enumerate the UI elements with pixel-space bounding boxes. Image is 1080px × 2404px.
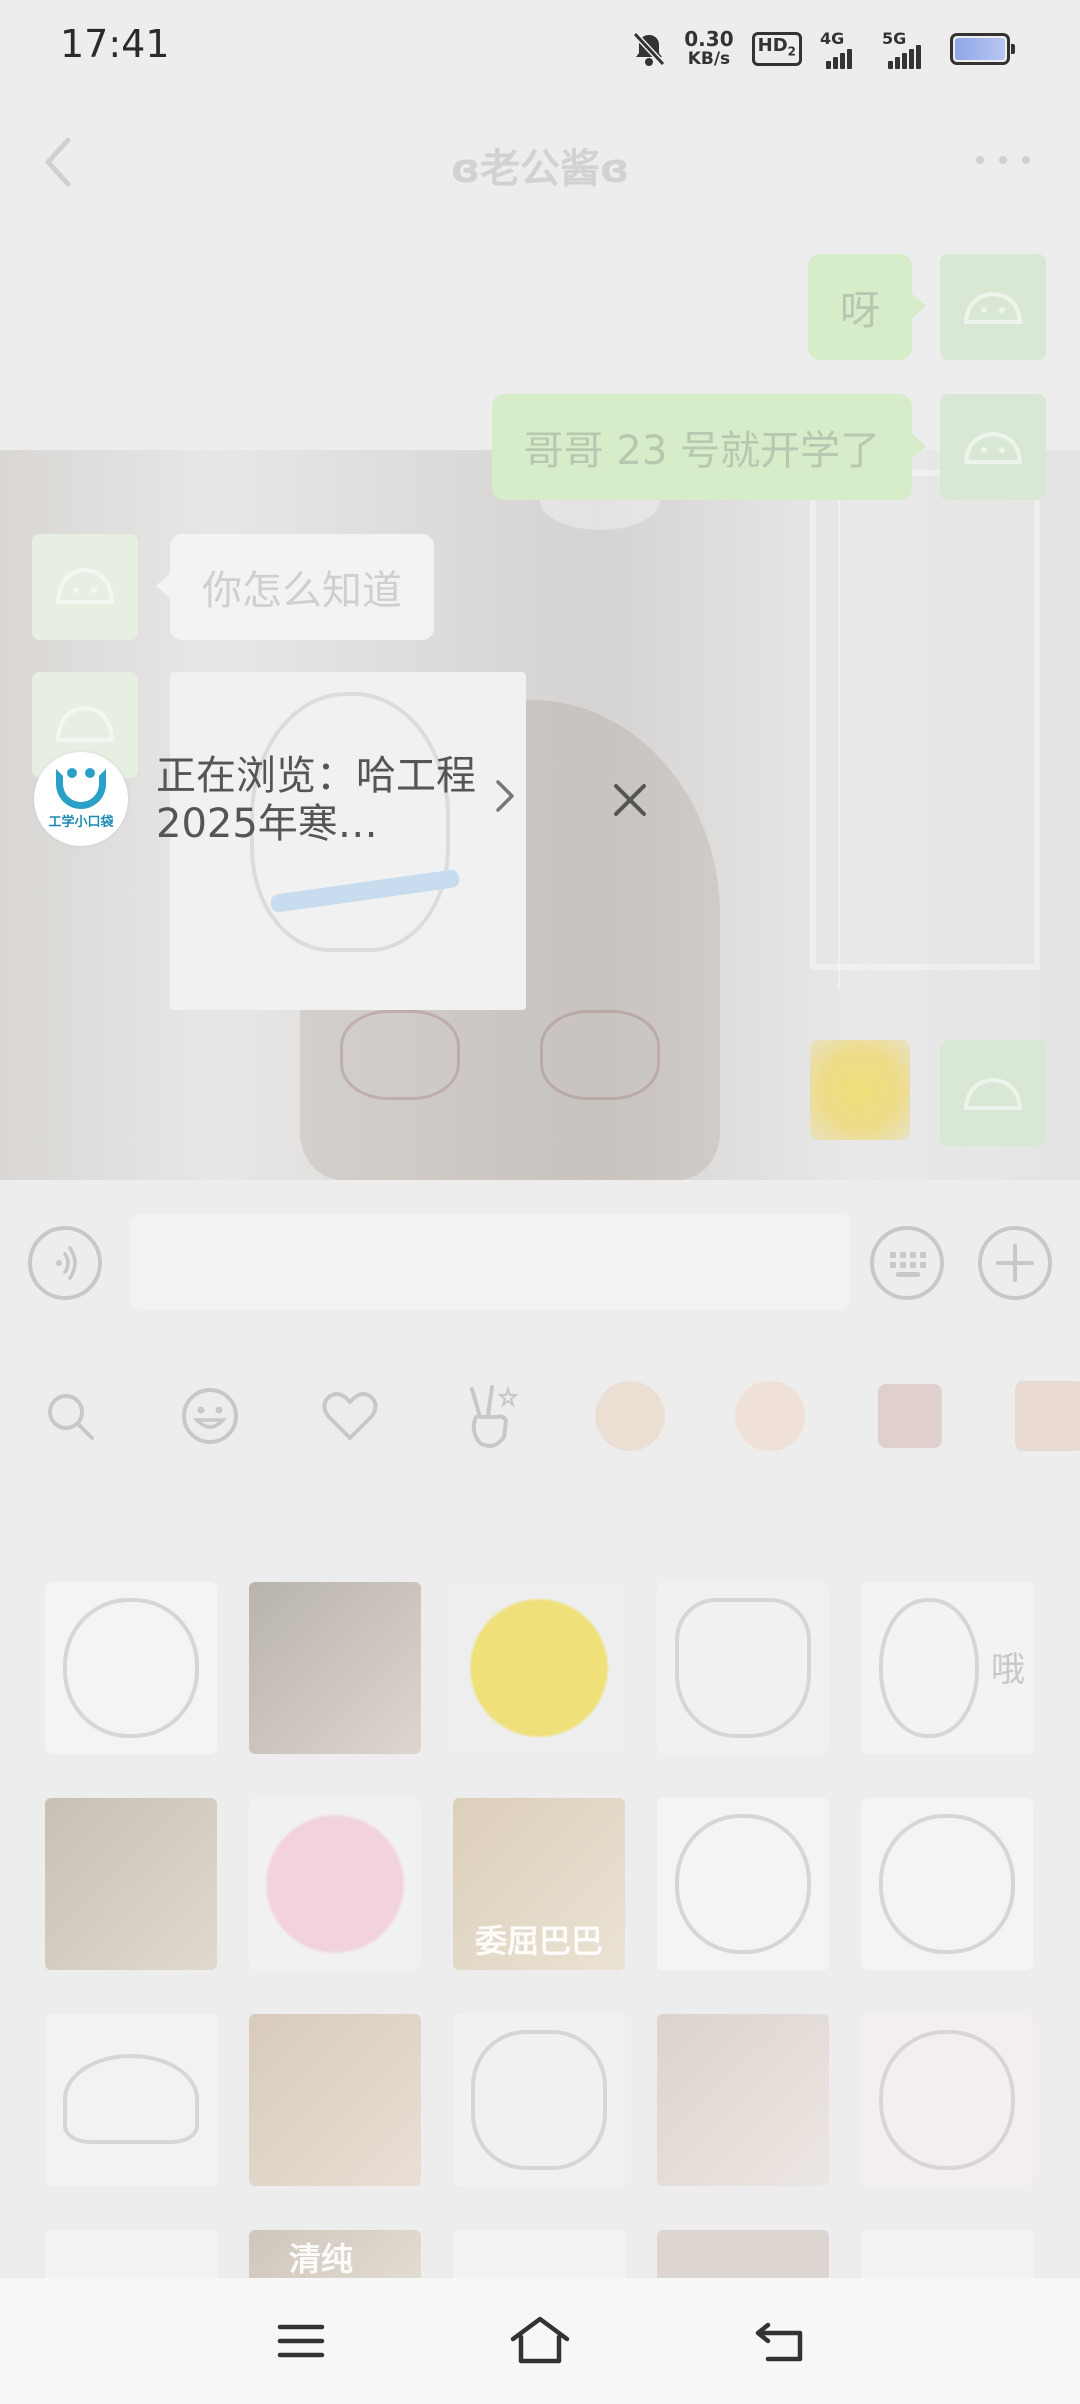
sticker-thumb xyxy=(878,1384,942,1448)
sticker-item[interactable] xyxy=(657,2014,829,2186)
signal-5g-icon: 5G xyxy=(882,29,932,69)
system-nav-bar xyxy=(0,2278,1080,2404)
return-icon xyxy=(755,2322,803,2362)
sticker-item[interactable] xyxy=(249,2014,421,2186)
sticker-item[interactable] xyxy=(45,2014,217,2186)
hd-sub: 2 xyxy=(787,44,796,59)
home-button[interactable] xyxy=(507,2308,573,2374)
avatar-me[interactable] xyxy=(940,394,1046,500)
chat-header: ɞ老公酱ɞ xyxy=(0,96,1080,226)
voice-icon xyxy=(56,1246,77,1280)
plus-icon xyxy=(996,1244,1034,1282)
sticker-caption: 清纯 xyxy=(289,2240,354,2278)
sticker-item[interactable]: 哦 xyxy=(861,1582,1033,1754)
net-speed-unit: KB/s xyxy=(687,49,731,69)
sticker-item[interactable] xyxy=(453,1582,625,1754)
close-icon[interactable] xyxy=(600,770,660,830)
chevron-right-icon[interactable] xyxy=(490,776,520,816)
signal-5g-label: 5G xyxy=(882,29,907,48)
sticker-item[interactable] xyxy=(249,1582,421,1754)
logo-text: 工学小口袋 xyxy=(48,814,114,830)
voice-input-button[interactable] xyxy=(28,1226,102,1300)
keyboard-icon xyxy=(890,1252,926,1277)
message-bubble-me[interactable]: 呀 xyxy=(808,254,926,360)
smiley-icon xyxy=(182,1388,238,1444)
emoji-tab-sticker-3[interactable] xyxy=(840,1346,980,1486)
sticker-item[interactable] xyxy=(861,2014,1033,2186)
message-bubble-contact[interactable]: 你怎么知道 xyxy=(156,534,434,640)
signal-4g-icon: 4G xyxy=(820,29,864,69)
signal-4g-label: 4G xyxy=(820,29,845,48)
emoji-tab-bar xyxy=(0,1346,1080,1486)
sticker-item[interactable] xyxy=(453,2014,625,2186)
sticker-caption: 哦 xyxy=(991,1650,1025,1690)
bell-muted-icon xyxy=(632,31,666,67)
more-functions-button[interactable] xyxy=(978,1226,1052,1300)
sticker-item[interactable]: 委屈巴巴 xyxy=(453,1798,625,1970)
input-bar xyxy=(0,1186,1080,1336)
emoji-tab-sticker-4[interactable] xyxy=(980,1346,1080,1486)
sticker-thumb xyxy=(1015,1381,1080,1451)
net-speed-value: 0.30 xyxy=(684,27,734,51)
more-options-icon[interactable] xyxy=(976,152,1030,168)
battery-icon xyxy=(950,33,1015,65)
emoji-tab-sticker-1[interactable] xyxy=(560,1346,700,1486)
hd-label: HD xyxy=(757,35,788,57)
keyboard-toggle-button[interactable] xyxy=(870,1226,944,1300)
chat-title: ɞ老公酱ɞ xyxy=(450,146,630,192)
home-icon xyxy=(510,2316,570,2364)
sticker-item[interactable] xyxy=(45,1798,217,1970)
hd-voice-icon: HD2 xyxy=(751,32,802,66)
victory-hand-icon xyxy=(470,1385,519,1448)
avatar-me[interactable] xyxy=(940,1040,1046,1146)
emoji-tab-gestures[interactable] xyxy=(420,1346,560,1486)
sticker-caption: 委屈巴巴 xyxy=(474,1922,603,1960)
status-icons: 0.30 KB/s HD2 4G 5G xyxy=(632,24,1015,74)
sticker-item[interactable] xyxy=(861,1798,1033,1970)
avatar-contact[interactable] xyxy=(32,534,138,640)
floating-window-text: 正在浏览：哈工程2025年寒… xyxy=(156,753,476,847)
sticker-item[interactable] xyxy=(657,1798,829,1970)
avatar-me[interactable] xyxy=(940,254,1046,360)
message-input[interactable] xyxy=(130,1214,850,1310)
message-bubble-me[interactable]: 哥哥 23 号就开学了 xyxy=(491,394,927,500)
floating-window[interactable]: 工学小口袋 正在浏览：哈工程2025年寒… xyxy=(28,738,528,858)
sticker-item[interactable] xyxy=(657,1582,829,1754)
emoji-tab-search[interactable] xyxy=(0,1346,140,1486)
mini-program-logo: 工学小口袋 xyxy=(34,752,128,846)
search-icon xyxy=(48,1394,94,1440)
emoji-tab-smiley[interactable] xyxy=(140,1346,280,1486)
status-bar: 17:41 0.30 KB/s HD2 4G 5G xyxy=(0,0,1080,96)
recent-apps-button[interactable] xyxy=(268,2308,334,2374)
sticker-thumb xyxy=(735,1381,805,1451)
sticker-message-smiley[interactable] xyxy=(810,1040,910,1140)
sticker-grid: 哦 委屈巴巴 清纯 xyxy=(45,1582,1035,2290)
emoji-tab-favorites[interactable] xyxy=(280,1346,420,1486)
status-time: 17:41 xyxy=(60,22,170,66)
sticker-item[interactable] xyxy=(249,1798,421,1970)
emoji-tab-sticker-2[interactable] xyxy=(700,1346,840,1486)
menu-icon xyxy=(277,2324,325,2358)
sticker-item[interactable] xyxy=(45,1582,217,1754)
heart-icon xyxy=(322,1392,378,1440)
network-speed: 0.30 KB/s xyxy=(684,29,733,69)
back-button[interactable] xyxy=(748,2308,814,2374)
sticker-thumb xyxy=(595,1381,665,1451)
